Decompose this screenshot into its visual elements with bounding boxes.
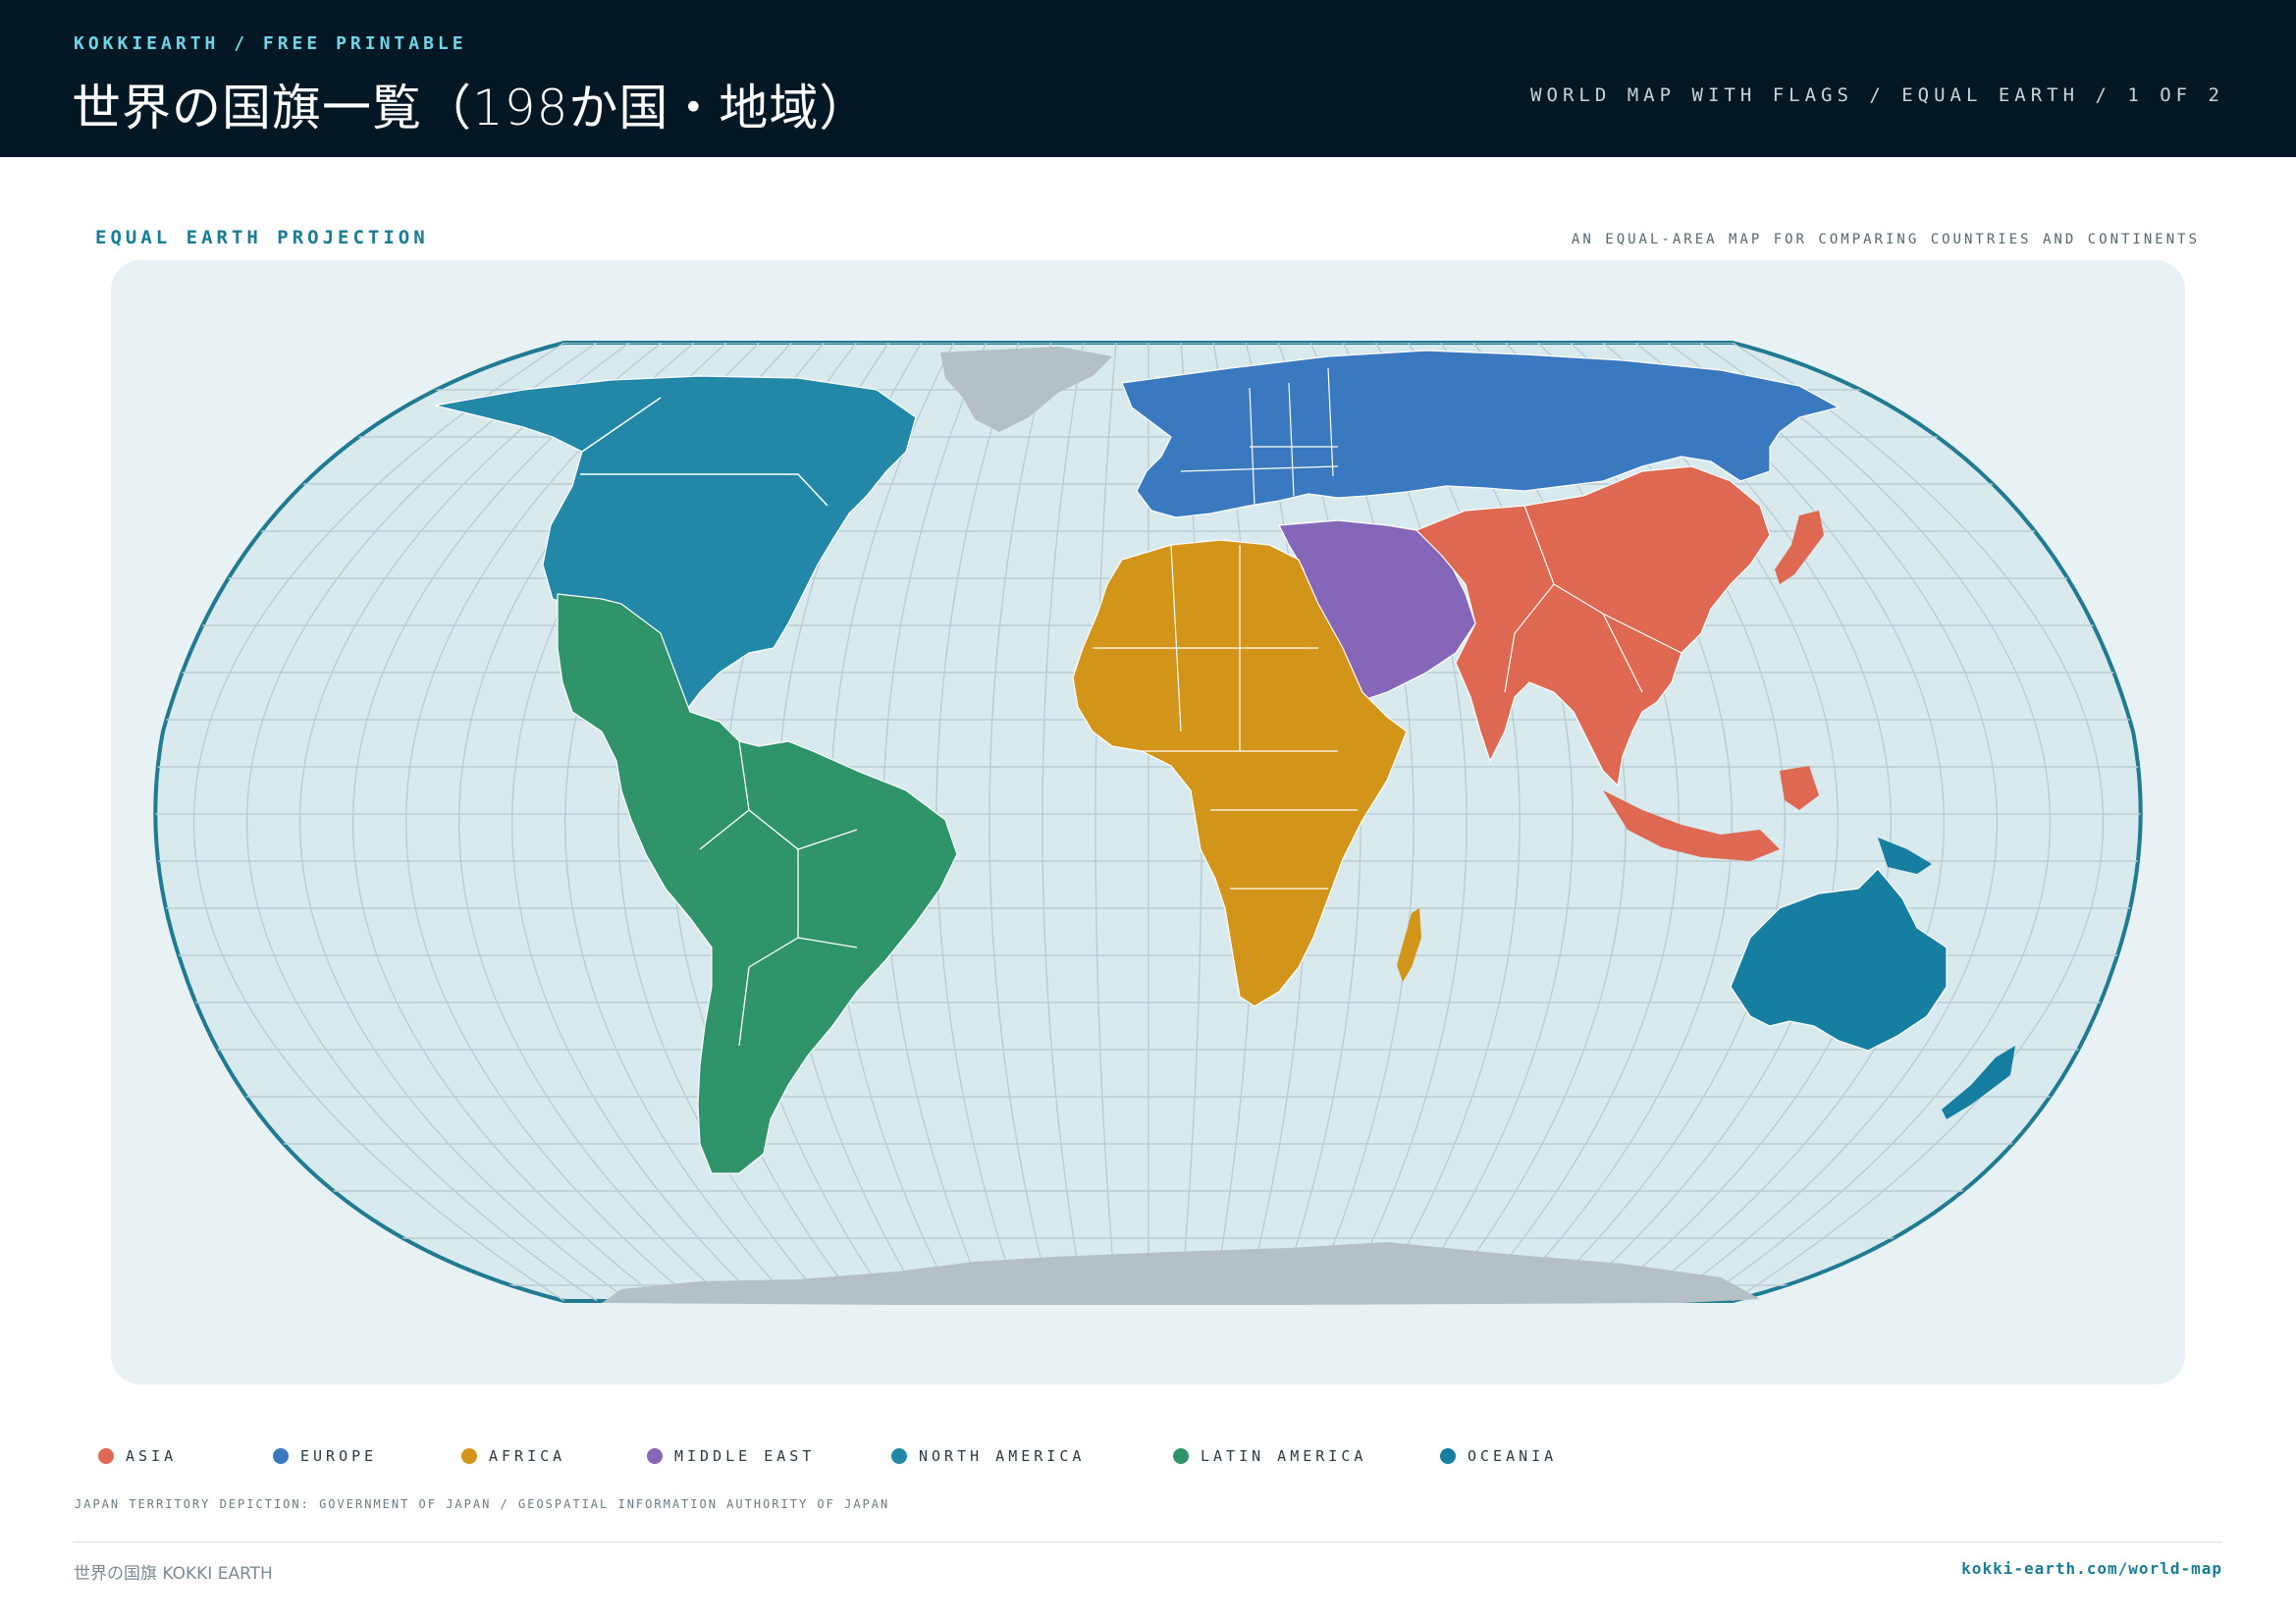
legend-label: ASIA	[126, 1447, 178, 1465]
legend-item-europe: EUROPE	[273, 1441, 377, 1471]
legend-label: NORTH AMERICA	[919, 1447, 1086, 1465]
footer-url-link[interactable]: kokki-earth.com/world-map	[1961, 1559, 2222, 1578]
footer-divider	[74, 1542, 2222, 1543]
legend-swatch	[98, 1448, 114, 1464]
footer-brand: 世界の国旗 KOKKI EARTH	[74, 1564, 273, 1584]
map-panel	[111, 260, 2185, 1384]
legend-label: MIDDLE EAST	[674, 1447, 816, 1465]
legend-label: OCEANIA	[1468, 1447, 1558, 1465]
header-subtitle: WORLD MAP WITH FLAGS / EQUAL EARTH / 1 O…	[1530, 84, 2224, 106]
legend-item-north-america: NORTH AMERICA	[891, 1441, 1085, 1471]
legend-swatch	[1173, 1448, 1189, 1464]
legend-item-asia: ASIA	[98, 1441, 177, 1471]
projection-note: AN EQUAL-AREA MAP FOR COMPARING COUNTRIE…	[1571, 232, 2200, 247]
legend-item-middle-east: MIDDLE EAST	[647, 1441, 815, 1471]
legend-swatch	[891, 1448, 907, 1464]
territory-credit: JAPAN TERRITORY DEPICTION: GOVERNMENT OF…	[75, 1497, 890, 1511]
legend-label: LATIN AMERICA	[1201, 1447, 1367, 1465]
brand-label: KOKKIEARTH / FREE PRINTABLE	[74, 33, 467, 54]
legend-item-latin-america: LATIN AMERICA	[1173, 1441, 1366, 1471]
page-title: 世界の国旗一覧（198か国・地域）	[72, 80, 870, 136]
header-bar: KOKKIEARTH / FREE PRINTABLE 世界の国旗一覧（198か…	[0, 0, 2296, 157]
legend-swatch	[647, 1448, 663, 1464]
legend-item-oceania: OCEANIA	[1440, 1441, 1557, 1471]
world-map	[153, 341, 2143, 1305]
legend-label: EUROPE	[300, 1447, 378, 1465]
legend-swatch	[1440, 1448, 1456, 1464]
legend: ASIA EUROPE AFRICA MIDDLE EAST NORTH AMERICA…	[0, 1441, 2296, 1471]
legend-label: AFRICA	[489, 1447, 566, 1465]
legend-swatch	[461, 1448, 477, 1464]
legend-swatch	[273, 1448, 289, 1464]
legend-item-africa: AFRICA	[461, 1441, 565, 1471]
projection-label: EQUAL EARTH PROJECTION	[95, 227, 429, 248]
